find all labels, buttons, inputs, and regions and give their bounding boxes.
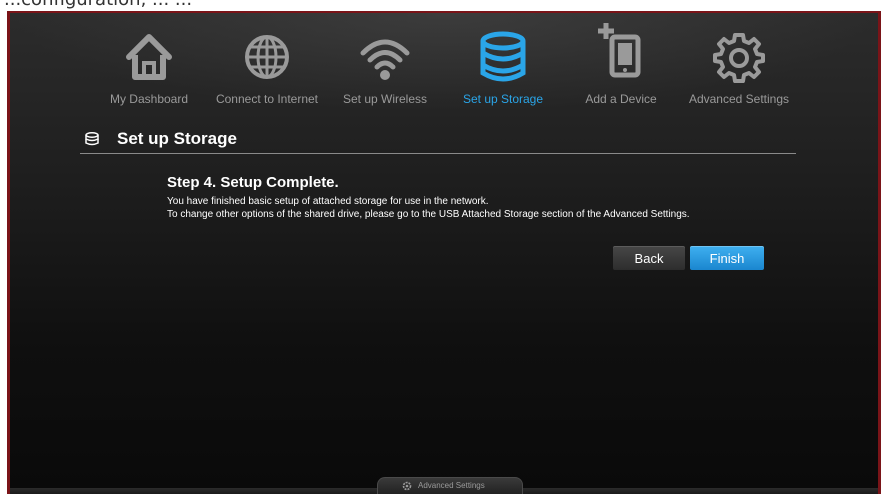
step-content: Step 4. Setup Complete. You have finishe… bbox=[167, 174, 807, 221]
nav-item-connect-to-internet[interactable]: Connect to Internet bbox=[208, 19, 326, 111]
storage-icon bbox=[480, 31, 526, 82]
nav-label: Advanced Settings bbox=[688, 92, 790, 106]
nav-item-advanced-settings[interactable]: Advanced Settings bbox=[680, 19, 798, 111]
add-device-icon bbox=[598, 23, 641, 78]
step-heading: Step 4. Setup Complete. bbox=[167, 174, 339, 191]
app-frame: My Dashboard Connect to Internet Set up … bbox=[7, 11, 881, 494]
step-message-line-1: You have finished basic setup of attache… bbox=[167, 196, 489, 207]
nav-item-add-a-device[interactable]: Add a Device bbox=[562, 19, 680, 111]
gear-icon bbox=[402, 481, 412, 491]
section-header: Set up Storage bbox=[80, 123, 800, 155]
header-divider bbox=[80, 153, 796, 154]
nav-item-set-up-storage[interactable]: Set up Storage bbox=[444, 19, 562, 111]
wifi-icon bbox=[360, 39, 410, 80]
advanced-settings-tab-label: Advanced Settings bbox=[418, 481, 485, 490]
home-icon bbox=[126, 34, 172, 80]
globe-icon bbox=[245, 35, 289, 79]
nav-item-my-dashboard[interactable]: My Dashboard bbox=[90, 19, 208, 111]
nav-item-set-up-wireless[interactable]: Set up Wireless bbox=[326, 19, 444, 111]
nav-label: My Dashboard bbox=[109, 92, 189, 106]
nav-label: Set up Storage bbox=[462, 92, 544, 106]
back-button[interactable]: Back bbox=[613, 246, 685, 270]
page-title: Set up Storage bbox=[117, 129, 237, 148]
advanced-settings-tab[interactable]: Advanced Settings bbox=[377, 477, 523, 494]
nav-label: Connect to Internet bbox=[215, 92, 319, 106]
finish-button[interactable]: Finish bbox=[690, 246, 764, 270]
nav-label: Add a Device bbox=[585, 92, 657, 106]
router-setup-app: My Dashboard Connect to Internet Set up … bbox=[10, 13, 878, 494]
main-nav: My Dashboard Connect to Internet Set up … bbox=[90, 19, 830, 111]
page-caption-text: ...configuration, ... ... bbox=[4, 0, 192, 10]
nav-label: Set up Wireless bbox=[342, 92, 428, 106]
storage-icon bbox=[85, 132, 99, 146]
step-message-line-2: To change other options of the shared dr… bbox=[167, 209, 690, 220]
gear-icon bbox=[713, 33, 765, 83]
